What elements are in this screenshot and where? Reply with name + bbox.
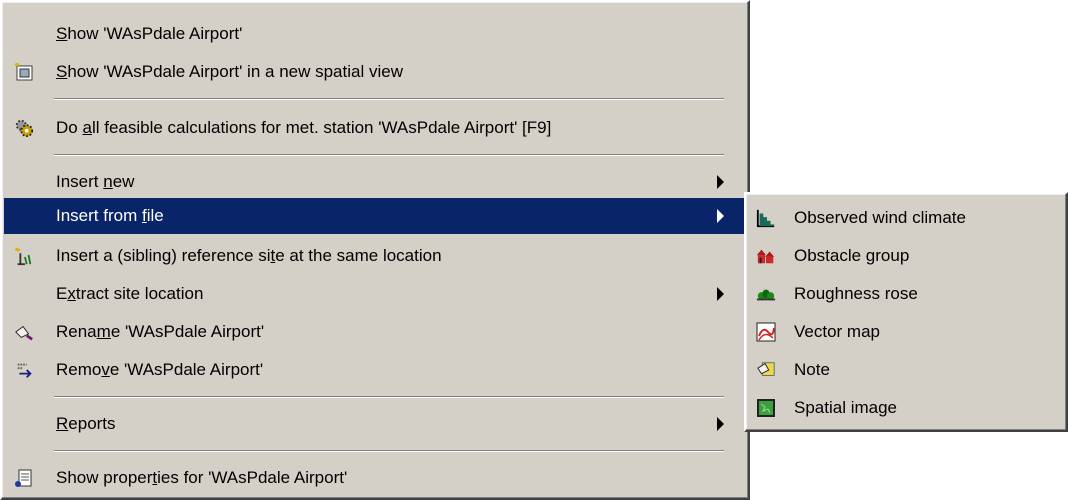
submenu-item-label: Observed wind climate bbox=[794, 208, 966, 227]
submenu-item-label: Vector map bbox=[794, 322, 880, 341]
menu-item-label: Insert from file bbox=[56, 206, 164, 225]
rename-icon bbox=[14, 322, 34, 342]
reference-site-icon bbox=[14, 246, 34, 266]
insert-from-file-submenu: Observed wind climate Obstacle group Rou… bbox=[744, 192, 1068, 432]
menu-item-label: Insert new bbox=[56, 172, 135, 191]
vector-map-icon bbox=[756, 322, 776, 342]
submenu-item-roughness-rose[interactable]: Roughness rose bbox=[748, 276, 1064, 312]
roughness-rose-icon bbox=[756, 284, 776, 304]
menu-separator bbox=[54, 450, 724, 452]
menu-item-label: Show 'WAsPdale Airport' bbox=[56, 24, 243, 43]
menu-item-remove[interactable]: Remove 'WAsPdale Airport' bbox=[4, 352, 746, 388]
menu-item-do-all-calculations[interactable]: Do all feasible calculations for met. st… bbox=[4, 110, 746, 146]
submenu-arrow-icon bbox=[717, 209, 724, 223]
submenu-item-obstacle-group[interactable]: Obstacle group bbox=[748, 238, 1064, 274]
menu-item-label: Show 'WAsPdale Airport' in a new spatial… bbox=[56, 62, 403, 81]
new-spatial-view-icon bbox=[14, 62, 34, 82]
submenu-item-spatial-image[interactable]: Spatial image bbox=[748, 390, 1064, 426]
menu-separator bbox=[54, 154, 724, 156]
remove-icon bbox=[14, 360, 34, 380]
submenu-item-vector-map[interactable]: Vector map bbox=[748, 314, 1064, 350]
note-icon bbox=[756, 360, 776, 380]
obstacle-group-icon bbox=[756, 246, 776, 266]
menu-item-extract-site-location[interactable]: Extract site location bbox=[4, 276, 746, 312]
menu-item-label: Insert a (sibling) reference site at the… bbox=[56, 246, 442, 265]
menu-separator bbox=[54, 98, 724, 100]
menu-item-reports[interactable]: Reports bbox=[4, 406, 746, 442]
menu-item-label: Extract site location bbox=[56, 284, 204, 303]
menu-item-insert-new[interactable]: Insert new bbox=[4, 164, 746, 200]
menu-item-show-properties[interactable]: Show properties for 'WAsPdale Airport' bbox=[4, 460, 746, 496]
menu-item-rename[interactable]: Rename 'WAsPdale Airport' bbox=[4, 314, 746, 350]
submenu-arrow-icon bbox=[717, 287, 724, 301]
menu-item-insert-reference-site[interactable]: Insert a (sibling) reference site at the… bbox=[4, 238, 746, 274]
properties-icon bbox=[14, 468, 34, 488]
menu-item-label: Rename 'WAsPdale Airport' bbox=[56, 322, 265, 341]
menu-item-label: Show properties for 'WAsPdale Airport' bbox=[56, 468, 348, 487]
submenu-item-label: Note bbox=[794, 360, 830, 379]
submenu-item-label: Spatial image bbox=[794, 398, 898, 417]
menu-item-label: Do all feasible calculations for met. st… bbox=[56, 118, 552, 137]
submenu-item-observed-wind-climate[interactable]: Observed wind climate bbox=[748, 200, 1064, 236]
submenu-item-label: Obstacle group bbox=[794, 246, 910, 265]
calculations-gears-icon bbox=[14, 118, 34, 138]
context-menu: Show 'WAsPdale Airport' Show 'WAsPdale A… bbox=[0, 0, 750, 500]
menu-item-insert-from-file[interactable]: Insert from file bbox=[4, 198, 746, 234]
menu-item-label: Reports bbox=[56, 414, 116, 433]
menu-item-show[interactable]: Show 'WAsPdale Airport' bbox=[4, 16, 746, 52]
menu-item-label: Remove 'WAsPdale Airport' bbox=[56, 360, 264, 379]
wind-climate-icon bbox=[756, 208, 776, 228]
spatial-image-icon bbox=[756, 398, 776, 418]
menu-item-show-new-spatial-view[interactable]: Show 'WAsPdale Airport' in a new spatial… bbox=[4, 54, 746, 90]
menu-separator bbox=[54, 396, 724, 398]
submenu-item-label: Roughness rose bbox=[794, 284, 918, 303]
submenu-arrow-icon bbox=[717, 417, 724, 431]
submenu-item-note[interactable]: Note bbox=[748, 352, 1064, 388]
submenu-arrow-icon bbox=[717, 175, 724, 189]
